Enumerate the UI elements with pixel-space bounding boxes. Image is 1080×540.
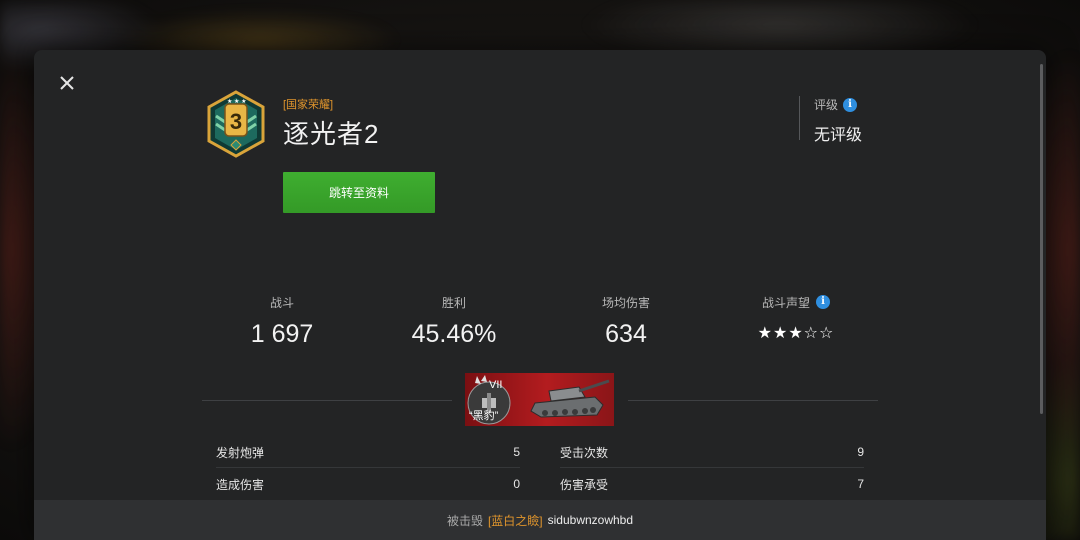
row-separator (216, 467, 520, 468)
stat-value: 45.46% (411, 320, 497, 348)
detail-value: 9 (857, 445, 864, 459)
detail-value: 0 (513, 477, 520, 491)
divider-left (202, 400, 452, 401)
achievement-badge-icon: ★ ★ ★ 3 (207, 90, 265, 158)
tank-icon (530, 379, 610, 418)
close-button[interactable] (56, 72, 78, 94)
stat-avg-damage: 场均伤害 634 (536, 294, 716, 349)
stat-value: 1 697 (250, 320, 314, 348)
stat-label: 场均伤害 (601, 295, 650, 310)
stat-label: 战斗 (269, 295, 294, 310)
stat-label: 胜利 (441, 295, 466, 310)
detail-value: 7 (857, 477, 864, 491)
goto-profile-button[interactable]: 跳转至资料 (283, 172, 435, 213)
badge-level-text: 3 (230, 109, 242, 134)
reputation-stars: ★★★☆☆ (757, 325, 835, 342)
detail-row-shots-fired: 发射炮弹 5 (216, 438, 520, 466)
tank-card[interactable]: VII “黑豹” (465, 373, 614, 426)
player-stats-panel: ★ ★ ★ 3 [国家荣耀] 逐光者2 跳转至资料 评级 i 无评级 战斗 1 … (34, 50, 1046, 540)
detail-row-hits-received: 受击次数 9 (560, 438, 864, 466)
tank-tier: VII (489, 379, 503, 391)
detail-label: 受击次数 (560, 445, 609, 460)
destroyed-by-label: 被击毁 (446, 513, 483, 528)
stat-battle-reputation: 战斗声望 i ★★★☆☆ (706, 294, 886, 343)
detail-row-damage-dealt: 造成伤害 0 (216, 470, 520, 498)
rating-label: 评级 (814, 98, 839, 112)
info-icon[interactable]: i (816, 295, 830, 309)
detail-row-damage-received: 伤害承受 7 (560, 470, 864, 498)
detail-value: 5 (513, 445, 520, 459)
nation-tag: [国家荣耀] (283, 99, 334, 111)
row-separator (560, 467, 864, 468)
rating-value: 无评级 (814, 127, 863, 144)
detail-label: 造成伤害 (216, 477, 265, 492)
destroyed-by-footer: 被击毁 [蓝白之瞼] sidubwnzowhbd (34, 500, 1046, 540)
rating-block: 评级 i 无评级 (799, 96, 862, 144)
detail-label: 伤害承受 (560, 477, 609, 492)
killer-player-name[interactable]: sidubwnzowhbd (548, 513, 633, 527)
tank-name: “黑豹” (469, 410, 499, 422)
stat-win-rate: 胜利 45.46% (364, 294, 544, 349)
scrollbar[interactable] (1040, 64, 1043, 414)
stat-battles: 战斗 1 697 (192, 294, 372, 349)
divider-right (628, 400, 878, 401)
player-name: 逐光者2 (283, 119, 380, 149)
killer-clan-tag[interactable]: [蓝白之瞼] (488, 512, 543, 529)
info-icon[interactable]: i (843, 97, 858, 112)
stat-label: 战斗声望 (761, 295, 810, 310)
close-icon (60, 76, 74, 90)
stat-value: 634 (605, 320, 647, 348)
detail-label: 发射炮弹 (216, 445, 265, 460)
